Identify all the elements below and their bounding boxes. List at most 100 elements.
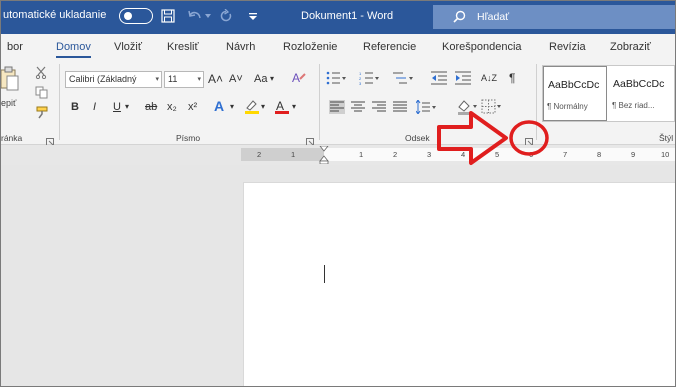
ruler-number: 3 bbox=[427, 150, 432, 159]
autosave-label: utomatické ukladanie bbox=[3, 9, 107, 21]
undo-dropdown-icon[interactable] bbox=[205, 7, 211, 25]
ribbon-tabs: bor Domov Vložiť Kresliť Návrh Rozloženi… bbox=[1, 34, 675, 60]
chevron-down-icon[interactable]: ▾ bbox=[261, 100, 265, 114]
search-box[interactable]: Hľadať bbox=[433, 5, 675, 29]
chevron-down-icon[interactable]: ▾ bbox=[125, 100, 129, 114]
highlight-color-icon[interactable] bbox=[244, 98, 260, 120]
ruler-number: 2 bbox=[393, 150, 398, 159]
sort-button[interactable]: A↓Z bbox=[481, 71, 497, 85]
customize-qat-icon[interactable] bbox=[249, 7, 257, 25]
toggle-knob bbox=[124, 11, 132, 20]
font-size-combo[interactable]: 11 ▾ bbox=[164, 71, 204, 88]
document-title: Dokument1 - Word bbox=[301, 10, 394, 22]
ruler-number: 4 bbox=[461, 150, 466, 159]
shading-icon[interactable] bbox=[457, 99, 479, 120]
styles-gallery: AaBbCcDc ¶ Normálny AaBbCcDc ¶ Bez riad.… bbox=[542, 65, 675, 122]
ruler-number: 6 bbox=[529, 150, 534, 159]
search-placeholder: Hľadať bbox=[477, 11, 510, 23]
font-name-value: Calibri (Základný bbox=[69, 74, 137, 84]
style-name: ¶ Bez riad... bbox=[612, 101, 655, 110]
increase-indent-icon[interactable] bbox=[455, 71, 471, 90]
ruler-margin bbox=[241, 148, 324, 161]
tab-home[interactable]: Domov bbox=[56, 41, 91, 58]
paste-icon[interactable] bbox=[1, 66, 19, 97]
tab-review[interactable]: Revízia bbox=[549, 41, 586, 53]
svg-text:A: A bbox=[276, 99, 284, 113]
style-sample: AaBbCcDc bbox=[548, 79, 600, 91]
style-normal[interactable]: AaBbCcDc ¶ Normálny bbox=[543, 66, 607, 121]
font-color-icon[interactable]: A bbox=[274, 98, 290, 120]
paragraph-group-label: Odsek bbox=[405, 133, 430, 143]
style-no-spacing[interactable]: AaBbCcDc ¶ Bez riad... bbox=[609, 66, 673, 121]
redo-icon[interactable] bbox=[219, 7, 233, 25]
chevron-down-icon[interactable]: ▾ bbox=[230, 100, 234, 114]
styles-group-label: Štýl bbox=[659, 133, 674, 143]
tab-layout[interactable]: Rozloženie bbox=[283, 41, 337, 53]
horizontal-ruler[interactable]: 2 1 1 2 3 4 5 6 7 8 9 10 bbox=[241, 148, 675, 161]
grow-font-button[interactable]: A˄ bbox=[208, 72, 223, 86]
autosave-toggle[interactable] bbox=[119, 8, 153, 24]
tab-references[interactable]: Referencie bbox=[363, 41, 416, 53]
ruler-number: 1 bbox=[291, 150, 296, 159]
clear-formatting-icon[interactable]: A bbox=[291, 70, 307, 91]
group-separator bbox=[319, 64, 320, 140]
borders-icon[interactable] bbox=[481, 99, 503, 120]
strikethrough-button[interactable]: ab bbox=[145, 100, 157, 114]
style-sample: AaBbCcDc bbox=[613, 78, 665, 90]
multilevel-list-icon[interactable] bbox=[393, 71, 413, 90]
ruler-number: 5 bbox=[495, 150, 500, 159]
ruler-number: 10 bbox=[661, 150, 670, 159]
font-name-combo[interactable]: Calibri (Základný ▾ bbox=[65, 71, 162, 88]
tab-file[interactable]: bor bbox=[7, 41, 23, 53]
line-spacing-icon[interactable] bbox=[415, 99, 436, 119]
align-left-icon[interactable] bbox=[328, 99, 346, 119]
document-canvas bbox=[1, 165, 675, 386]
numbering-icon[interactable]: 123 bbox=[359, 71, 379, 90]
ruler-number: 2 bbox=[257, 150, 262, 159]
group-separator bbox=[59, 64, 60, 140]
shrink-font-button[interactable]: A˅ bbox=[229, 72, 243, 86]
undo-icon[interactable] bbox=[187, 7, 203, 25]
svg-text:3: 3 bbox=[359, 81, 362, 85]
ruler-text-area bbox=[324, 148, 675, 161]
align-right-icon[interactable] bbox=[371, 100, 387, 119]
group-separator bbox=[536, 64, 537, 140]
subscript-button[interactable]: x₂ bbox=[167, 100, 177, 114]
chevron-down-icon[interactable]: ▾ bbox=[270, 72, 274, 86]
tab-view[interactable]: Zobraziť bbox=[610, 41, 651, 53]
copy-icon[interactable] bbox=[35, 86, 48, 104]
justify-icon[interactable] bbox=[392, 100, 408, 119]
bold-button[interactable]: B bbox=[71, 100, 79, 114]
style-name: ¶ Normálny bbox=[547, 102, 588, 111]
ruler-bar: 2 1 1 2 3 4 5 6 7 8 9 10 bbox=[1, 145, 675, 165]
superscript-button[interactable]: x² bbox=[188, 100, 197, 114]
bullets-icon[interactable] bbox=[326, 71, 346, 90]
italic-button[interactable]: I bbox=[93, 100, 96, 114]
ruler-number: 9 bbox=[631, 150, 636, 159]
change-case-button[interactable]: Aa bbox=[254, 72, 267, 86]
svg-text:A: A bbox=[214, 98, 224, 114]
text-effects-icon[interactable]: A bbox=[213, 98, 229, 119]
tab-insert[interactable]: Vložiť bbox=[114, 41, 142, 53]
format-painter-icon[interactable] bbox=[35, 106, 49, 125]
tab-mailings[interactable]: Korešpondencia bbox=[442, 41, 522, 53]
align-center-icon[interactable] bbox=[350, 100, 366, 119]
underline-button[interactable]: U bbox=[113, 100, 121, 114]
show-formatting-button[interactable]: ¶ bbox=[509, 71, 515, 85]
chevron-down-icon[interactable]: ▾ bbox=[292, 100, 296, 114]
font-group-label: Písmo bbox=[176, 133, 201, 143]
ruler-number: 8 bbox=[597, 150, 602, 159]
svg-text:A: A bbox=[292, 71, 300, 85]
clipboard-group-label: ránka bbox=[1, 133, 23, 143]
cut-icon[interactable] bbox=[35, 66, 47, 84]
decrease-indent-icon[interactable] bbox=[431, 71, 447, 90]
ribbon-home: epiť ránka Calibri (Základný ▾ 11 ▾ A˄ A… bbox=[1, 60, 675, 146]
word-window: utomatické ukladanie Dokument1 - Word Hľ… bbox=[0, 0, 676, 387]
tab-draw[interactable]: Kresliť bbox=[167, 41, 199, 53]
save-icon[interactable] bbox=[161, 7, 175, 25]
tab-design[interactable]: Návrh bbox=[226, 41, 255, 53]
document-page[interactable] bbox=[243, 182, 675, 386]
ruler-number: 1 bbox=[359, 150, 364, 159]
chevron-down-icon: ▾ bbox=[155, 76, 159, 83]
text-cursor bbox=[324, 265, 325, 283]
